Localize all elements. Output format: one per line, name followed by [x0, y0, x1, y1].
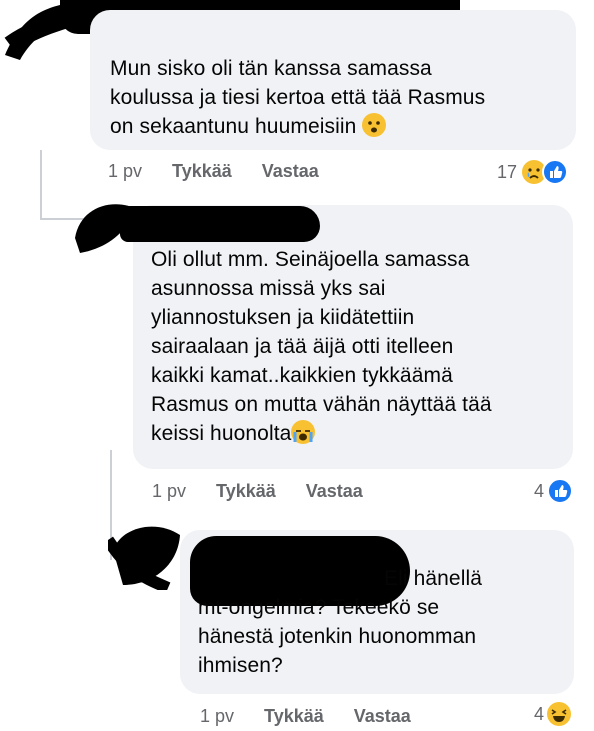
- thread-line: [40, 150, 42, 220]
- reaction-count: 17: [497, 161, 518, 182]
- worried-emoji-icon: [362, 113, 387, 137]
- timestamp: 1 pv: [152, 481, 187, 501]
- comment-line: ihmisen?: [198, 654, 283, 677]
- like-button[interactable]: Tykkää: [216, 481, 276, 502]
- comment-line: Eli hänellä: [384, 567, 482, 590]
- like-button[interactable]: Tykkää: [264, 706, 324, 727]
- comment-actions-1: 1 pv Tykkää Vastaa: [108, 161, 319, 182]
- timestamp: 1 pv: [108, 161, 143, 181]
- reply-button[interactable]: Vastaa: [306, 481, 363, 502]
- reaction-summary-1[interactable]: 17: [497, 158, 569, 186]
- comment-line: sairaalaan ja tää äijä otti itelleen: [151, 335, 454, 358]
- comment-bubble-1: Mun sisko oli tän kanssa samassa kouluss…: [90, 10, 576, 150]
- comment-line: koulussa ja tiesi kertoa että tää Rasmus: [110, 86, 486, 109]
- reaction-summary-3[interactable]: 4: [534, 702, 572, 726]
- comment-bubble-3: Eli hänellä mt-ongelmia? Tekeekö se häne…: [180, 530, 574, 694]
- reply-button[interactable]: Vastaa: [354, 706, 411, 727]
- comment-actions-2: 1 pv Tykkää Vastaa: [152, 481, 363, 502]
- avatar-redacted: [103, 520, 188, 594]
- like-thumb-icon: [542, 159, 569, 185]
- comment-line: hänestä jotenkin huonomman: [198, 625, 477, 648]
- reaction-summary-2[interactable]: 4: [534, 478, 574, 504]
- laughing-emoji-icon: [547, 702, 572, 726]
- comment-line: mt-ongelmia? Tekeekö se: [198, 596, 440, 619]
- comment-line: on sekaantunu huumeisiin: [110, 112, 485, 141]
- reaction-count: 4: [534, 480, 545, 501]
- comment-line: kaikki kamat..kaikkien tykkäämä: [151, 364, 453, 387]
- reaction-count: 4: [534, 703, 545, 724]
- reply-button[interactable]: Vastaa: [262, 161, 319, 182]
- name-redacted: [120, 206, 320, 242]
- comment-line: Rasmus on mutta vähän näyttää tää: [151, 393, 492, 416]
- comment-actions-3: 1 pv Tykkää Vastaa: [200, 706, 411, 727]
- comment-line: asunnossa missä yks sai: [151, 277, 386, 300]
- comment-line: yliannostuksen ja kiidätettiin: [151, 306, 415, 329]
- comment-line: Mun sisko oli tän kanssa samassa: [110, 57, 432, 80]
- timestamp: 1 pv: [200, 706, 235, 726]
- comment-bubble-2: Oli ollut mm. Seinäjoella samassa asunno…: [133, 205, 573, 469]
- like-button[interactable]: Tykkää: [172, 161, 232, 182]
- like-thumb-icon: [547, 478, 574, 504]
- comment-line: Oli ollut mm. Seinäjoella samassa: [151, 248, 470, 271]
- crying-emoji-icon: [291, 420, 316, 444]
- name-redacted: [190, 536, 410, 606]
- comment-line: keissi huonolta: [151, 419, 492, 448]
